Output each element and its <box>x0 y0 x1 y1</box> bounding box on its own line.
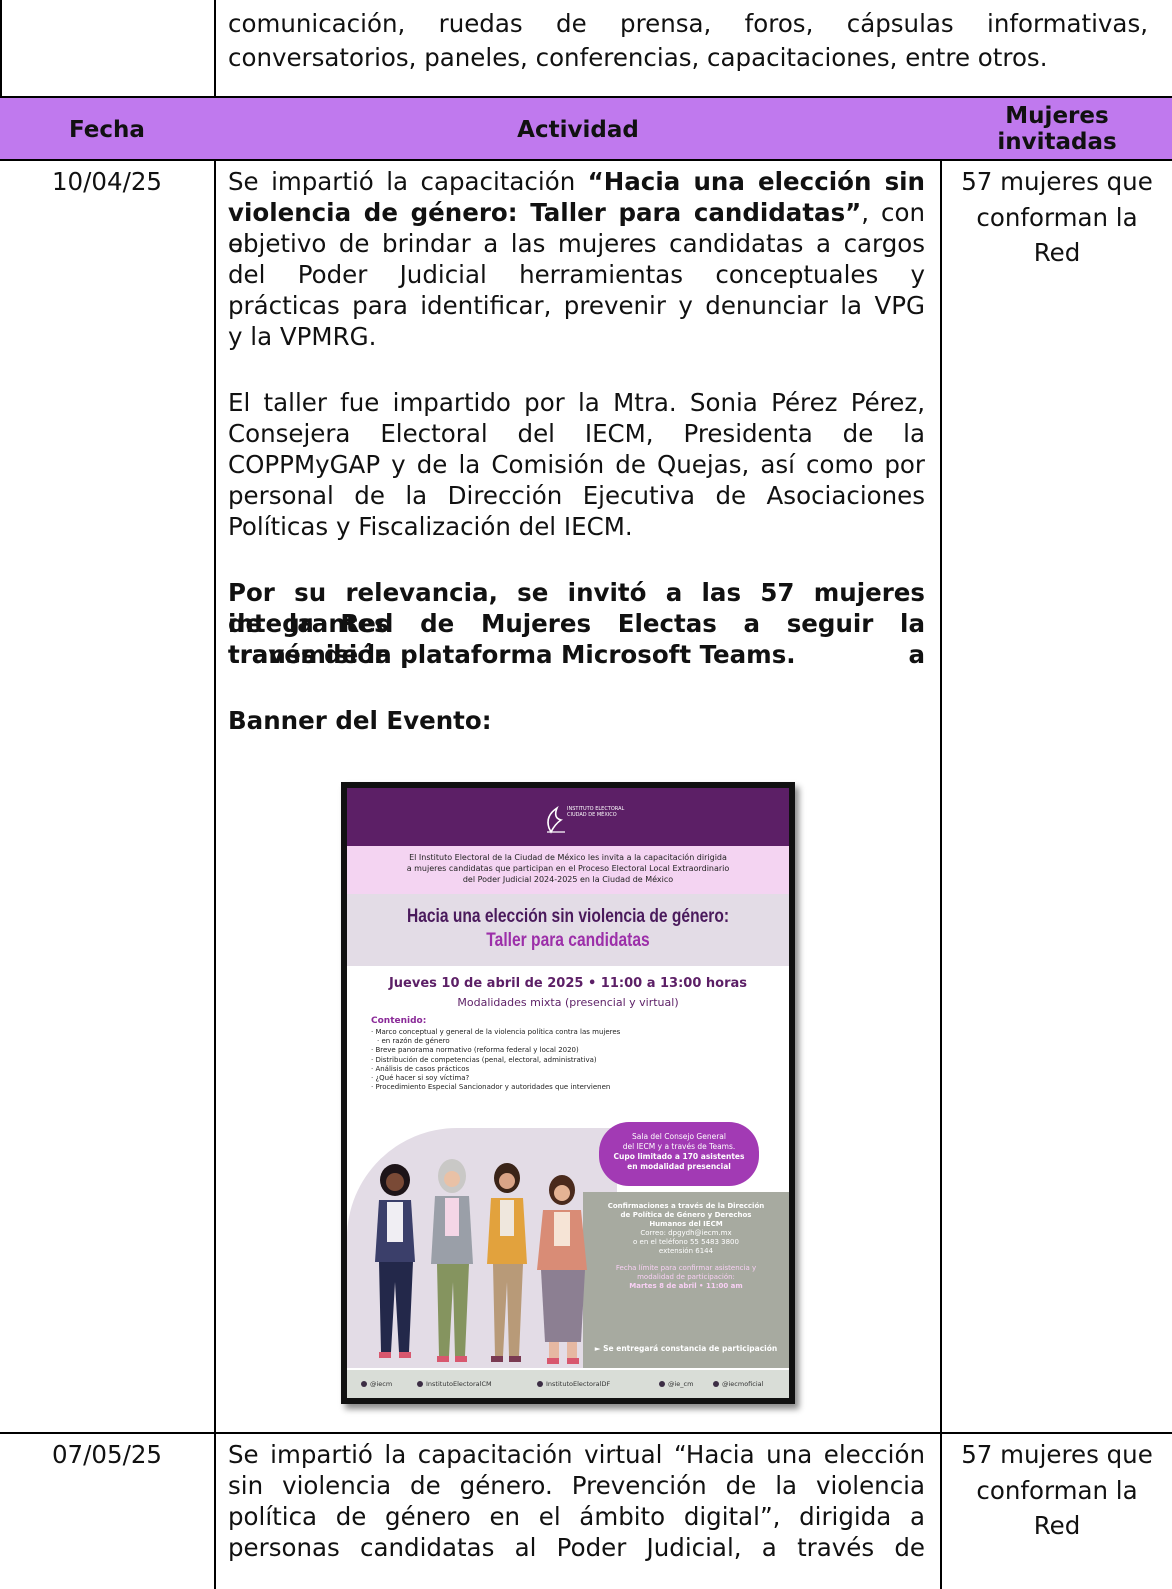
row-1-p1-line-1: Se impartió la capacitación “Hacia una e… <box>228 167 925 196</box>
row-1-date: 10/04/25 <box>51 167 163 196</box>
row-2-invited-line-2: conforman la <box>976 1476 1138 1505</box>
row-1-invited-line-1: 57 mujeres que <box>961 167 1153 196</box>
banner-date: Jueves 10 de abril de 2025 • 11:00 a 13:… <box>388 976 748 991</box>
row-1-invited-line-2: conforman la <box>976 203 1138 232</box>
banner-modality: Modalidades mixta (presencial y virtual) <box>457 996 679 1009</box>
row-2-p1-line-1: Se impartió la capacitación virtual “Hac… <box>228 1440 925 1469</box>
row-2-p1-line-2: sin violencia de género. Prevención de l… <box>228 1471 925 1500</box>
banner-label: Banner del Evento: <box>228 706 492 735</box>
row-2-date: 07/05/25 <box>51 1440 163 1469</box>
table-divider-1-top <box>214 0 216 97</box>
social-handle: InstitutoElectoralDF <box>537 1380 610 1388</box>
social-handle: InstitutoElectoralCM <box>417 1380 492 1388</box>
logo-text: INSTITUTO ELECTORAL CIUDAD DE MÉXICO <box>567 806 625 818</box>
banner-certificate-note: ► Se entregará constancia de participaci… <box>594 1344 778 1353</box>
social-handle: @iecmoficial <box>713 1380 763 1388</box>
banner-contents-heading: Contenido: <box>371 1016 427 1026</box>
document-page: comunicación, ruedas de prensa, foros, c… <box>0 0 1172 1589</box>
social-handle: @iecm <box>361 1380 392 1388</box>
banner-title: Hacia una elección sin violencia de géne… <box>347 894 789 966</box>
row-1-p2-line-1: El taller fue impartido por la Mtra. Son… <box>228 388 925 417</box>
banner-social-bar: @iecm InstitutoElectoralCM InstitutoElec… <box>347 1370 789 1398</box>
row-1-p2-line-3: COPPMyGAP y de la Comisión de Quejas, as… <box>228 450 925 479</box>
row-2-p1-line-4: personas candidatas al Poder Judicial, a… <box>228 1533 925 1562</box>
row-1-p1-line-3: objetivo de brindar a las mujeres candid… <box>228 229 925 258</box>
continued-text-line-1: comunicación, ruedas de prensa, foros, c… <box>228 9 1148 38</box>
header-mujeres-line-2: invitadas <box>997 129 1117 155</box>
banner-intro: El Instituto Electoral de la Ciudad de M… <box>347 846 789 894</box>
women-illustration <box>375 1159 587 1364</box>
header-fecha: Fecha <box>69 117 145 143</box>
row-1-p3-line-3: través de la plataforma Microsoft Teams. <box>228 640 796 669</box>
social-handle: @ie_cm <box>659 1380 693 1388</box>
table-divider-1 <box>214 159 216 1589</box>
header-actividad: Actividad <box>517 117 639 143</box>
banner-contents-list: Marco conceptual y general de la violenc… <box>371 1028 771 1092</box>
row-1-p2-line-2: Consejera Electoral del IECM, Presidenta… <box>228 419 925 448</box>
row-1-p2-line-5: Políticas y Fiscalización del IECM. <box>228 512 633 541</box>
table-divider-2 <box>940 159 942 1589</box>
banner-info-panel: Confirmaciones a través de la Dirección … <box>583 1192 789 1368</box>
table-rule <box>0 159 1172 161</box>
continued-text-line-2: conversatorios, paneles, conferencias, c… <box>228 43 1048 72</box>
row-1-invited-line-3: Red <box>1033 238 1081 267</box>
row-2-p1-line-3: política de género en el ámbito digital”… <box>228 1502 925 1531</box>
row-1-p1-line-4: del Poder Judicial herramientas conceptu… <box>228 260 925 289</box>
row-2-invited-line-3: Red <box>1033 1511 1081 1540</box>
event-banner: INSTITUTO ELECTORAL CIUDAD DE MÉXICO El … <box>341 782 795 1404</box>
banner-venue-badge: Sala del Consejo General del IECM y a tr… <box>599 1122 759 1186</box>
row-1-p1-line-5: prácticas para identificar, prevenir y d… <box>228 291 925 320</box>
header-mujeres-line-1: Mujeres <box>1005 103 1109 129</box>
row-2-invited-line-1: 57 mujeres que <box>961 1440 1153 1469</box>
row-1-p2-line-4: personal de la Dirección Ejecutiva de As… <box>228 481 925 510</box>
table-border-left <box>0 0 2 97</box>
row-1-p1-line-6: y la VPMRG. <box>228 322 377 351</box>
table-rule <box>0 1432 1172 1434</box>
table-rule <box>0 96 1172 98</box>
banner-header: INSTITUTO ELECTORAL CIUDAD DE MÉXICO <box>347 788 789 846</box>
